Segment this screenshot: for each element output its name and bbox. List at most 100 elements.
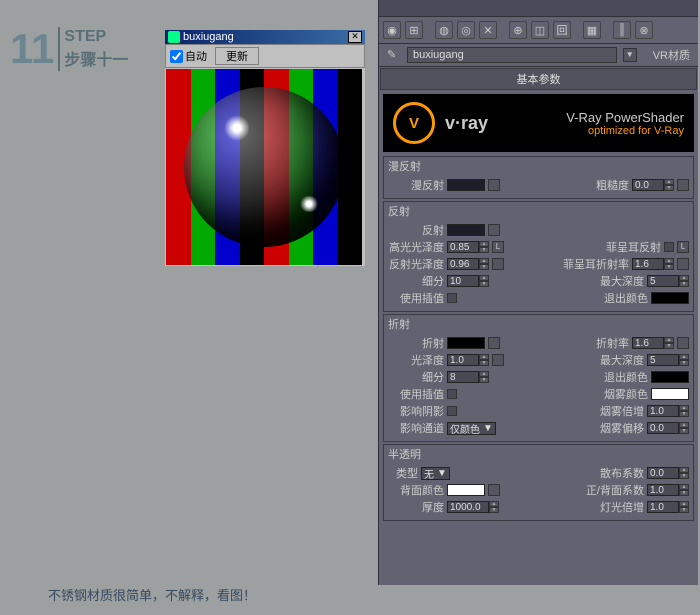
vray-logo-icon: V (393, 102, 435, 144)
fresnel-ior-spinner[interactable]: ▲▼ (632, 258, 674, 270)
step-label-en: STEP (64, 28, 128, 46)
vray-banner: V v·ray V-Ray PowerShader optimized for … (383, 94, 694, 152)
map-slot[interactable] (488, 337, 500, 349)
group-title: 漫反射 (388, 158, 689, 174)
refract-group: 折射 折射 折射率 ▲▼ 光泽度 ▲▼ 最大深度 ▲▼ 细分 ▲▼ 退出颜色 使… (383, 314, 694, 442)
reflect-color-swatch[interactable] (447, 224, 485, 236)
useinterp-checkbox[interactable] (447, 293, 457, 303)
step-number: 11 (10, 25, 54, 73)
preview-toolbar: 自动 更新 (165, 44, 365, 68)
roughness-input[interactable] (632, 179, 664, 191)
subdiv-label: 细分 (388, 369, 444, 385)
panel-topbar (379, 0, 698, 17)
vray-tagline2: optimized for V-Ray (566, 125, 684, 137)
channel-label: 影响通道 (388, 420, 444, 436)
map-slot[interactable] (677, 179, 689, 191)
lock-button[interactable]: L (492, 241, 504, 253)
type-select[interactable]: 无▼ (421, 467, 450, 480)
tool-icon[interactable]: ⊗ (635, 21, 653, 39)
lock-button[interactable]: L (677, 241, 689, 253)
fogcolor-swatch[interactable] (651, 388, 689, 400)
subdiv-label: 细分 (388, 273, 444, 289)
subdiv-spinner[interactable]: ▲▼ (447, 275, 489, 287)
caption-text: 不锈钢材质很简单，不解释，看图！ (48, 585, 256, 604)
tool-icon[interactable]: ▦ (583, 21, 601, 39)
fogmult-label: 烟雾倍增 (598, 403, 644, 419)
fbcoef-label: 正/背面系数 (586, 482, 644, 498)
basic-params-header[interactable]: 基本参数 (380, 68, 697, 90)
map-slot[interactable] (677, 258, 689, 270)
preview-titlebar[interactable]: buxiugang ✕ (165, 30, 365, 44)
fogmult-spinner[interactable]: ▲▼ (647, 405, 689, 417)
reflect-gloss-label: 反射光泽度 (388, 256, 444, 272)
maxdepth-spinner[interactable]: ▲▼ (647, 275, 689, 287)
tool-icon[interactable]: ◍ (435, 21, 453, 39)
lightmult-label: 灯光倍增 (598, 499, 644, 515)
exitcolor-label: 退出颜色 (602, 290, 648, 306)
hilight-gloss-spinner[interactable]: ▲▼ (447, 241, 489, 253)
close-icon[interactable]: ✕ (348, 31, 362, 43)
auto-checkbox[interactable] (170, 50, 183, 63)
step-badge: 11 STEP 步骤十一 (10, 25, 128, 73)
scatter-label: 散布系数 (598, 465, 644, 481)
backcolor-swatch[interactable] (447, 484, 485, 496)
map-slot[interactable] (488, 224, 500, 236)
tool-icon[interactable]: ◫ (531, 21, 549, 39)
thickness-spinner[interactable]: ▲▼ (447, 501, 499, 513)
tool-icon[interactable]: 回 (553, 21, 571, 39)
useinterp-label: 使用插值 (388, 290, 444, 306)
roughness-spinner[interactable]: ▲▼ (632, 179, 674, 191)
ior-spinner[interactable]: ▲▼ (632, 337, 674, 349)
vray-tagline1: V-Ray PowerShader (566, 110, 684, 125)
preview-canvas (166, 69, 362, 265)
maxdepth-label: 最大深度 (598, 352, 644, 368)
exitcolor-swatch[interactable] (651, 292, 689, 304)
refract-subdiv-spinner[interactable]: ▲▼ (447, 371, 489, 383)
preview-title-text: buxiugang (183, 31, 234, 43)
sphere-highlight (224, 115, 250, 141)
tool-icon[interactable]: ✕ (479, 21, 497, 39)
map-slot[interactable] (677, 337, 689, 349)
refract-maxdepth-spinner[interactable]: ▲▼ (647, 354, 689, 366)
material-preview-window: buxiugang ✕ 自动 更新 (165, 30, 365, 266)
refract-label: 折射 (388, 335, 444, 351)
eyedropper-icon[interactable]: ✎ (387, 48, 401, 62)
refract-exitcolor-swatch[interactable] (651, 371, 689, 383)
dropdown-arrow-icon[interactable]: ▼ (623, 48, 637, 62)
refract-useinterp-checkbox[interactable] (447, 389, 457, 399)
fbcoef-spinner[interactable]: ▲▼ (647, 484, 689, 496)
map-slot[interactable] (488, 484, 500, 496)
tool-icon[interactable]: ║ (613, 21, 631, 39)
reflect-gloss-spinner[interactable]: ▲▼ (447, 258, 489, 270)
group-title: 反射 (388, 203, 689, 219)
tool-icon[interactable]: ⊞ (405, 21, 423, 39)
tool-icon[interactable]: ◎ (457, 21, 475, 39)
material-type-label[interactable]: VR材质 (653, 47, 690, 63)
map-slot[interactable] (492, 354, 504, 366)
translucency-group: 半透明 类型 无▼ 散布系数 ▲▼ 背面颜色 正/背面系数 ▲▼ 厚度 ▲▼ 灯… (383, 444, 694, 521)
channel-select[interactable]: 仅颜色▼ (447, 422, 496, 435)
step-divider (58, 27, 60, 71)
fogbias-spinner[interactable]: ▲▼ (647, 422, 689, 434)
gloss-spinner[interactable]: ▲▼ (447, 354, 489, 366)
scatter-spinner[interactable]: ▲▼ (647, 467, 689, 479)
lightmult-spinner[interactable]: ▲▼ (647, 501, 689, 513)
fresnel-checkbox[interactable] (664, 242, 674, 252)
maxdepth-label: 最大深度 (598, 273, 644, 289)
type-label: 类型 (388, 465, 418, 481)
tool-icon[interactable]: ⊕ (509, 21, 527, 39)
map-slot[interactable] (492, 258, 504, 270)
tool-icon[interactable]: ◉ (383, 21, 401, 39)
shadow-checkbox[interactable] (447, 406, 457, 416)
update-button[interactable]: 更新 (215, 47, 259, 65)
refract-color-swatch[interactable] (447, 337, 485, 349)
fogbias-label: 烟雾偏移 (598, 420, 644, 436)
auto-checkbox-label[interactable]: 自动 (170, 48, 207, 64)
sphere-highlight (299, 196, 319, 212)
fogcolor-label: 烟雾颜色 (602, 386, 648, 402)
diffuse-color-swatch[interactable] (447, 179, 485, 191)
material-name-field[interactable]: buxiugang (407, 47, 617, 63)
map-slot[interactable] (488, 179, 500, 191)
diffuse-group: 漫反射 漫反射 粗糙度 ▲▼ (383, 156, 694, 199)
material-select-row: ✎ buxiugang ▼ VR材质 (379, 44, 698, 67)
